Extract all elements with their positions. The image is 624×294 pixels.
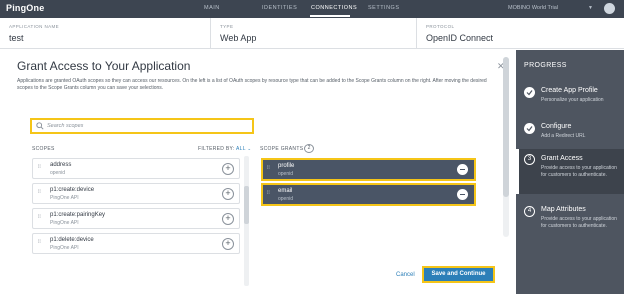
step-name: Configure	[541, 123, 572, 130]
scope-list-scrollbar-thumb[interactable]	[244, 186, 249, 224]
progress-step-configure[interactable]: Configure Add a Redirect URL	[516, 120, 624, 144]
grant-access-panel: Grant Access to Your Application ✕ Appli…	[0, 50, 516, 294]
scope-name: p1:create:pairingKey	[50, 212, 106, 218]
type-value: Web App	[220, 33, 257, 43]
drag-handle-icon[interactable]: ⁞⁞	[38, 190, 42, 198]
search-box[interactable]	[30, 118, 254, 134]
progress-step-map-attributes[interactable]: 4 Map Attributes Provide access to your …	[516, 203, 624, 243]
checkmark-icon	[524, 87, 535, 98]
granted-scope-item[interactable]: ⁞⁞ email openid	[261, 183, 476, 206]
step-description: Provide access to your application for c…	[541, 216, 617, 229]
nav-item-identities[interactable]: IDENTITIES	[262, 5, 297, 11]
scope-resource: PingOne API	[50, 245, 79, 251]
search-icon	[36, 122, 44, 130]
step-number: 4	[524, 206, 535, 217]
remove-scope-button[interactable]	[457, 189, 468, 200]
add-scope-button[interactable]: +	[222, 163, 234, 175]
step-name: Create App Profile	[541, 87, 598, 94]
scope-name: address	[50, 162, 72, 168]
protocol-section: PROTOCOL OpenID Connect	[416, 18, 624, 49]
filter-label: FILTERED BY:	[198, 146, 235, 152]
application-info-bar: APPLICATION NAME test TYPE Web App PROTO…	[0, 18, 624, 49]
nav-item-connections[interactable]: CONNECTIONS	[311, 5, 357, 11]
step-name: Grant Access	[541, 155, 583, 162]
page-description: Applications are granted OAuth scopes so…	[17, 78, 487, 91]
drag-handle-icon[interactable]: ⁞⁞	[38, 165, 42, 173]
add-scope-button[interactable]: +	[222, 238, 234, 250]
list-item[interactable]: ⁞⁞ p1:delete:device PingOne API +	[32, 233, 240, 254]
search-input[interactable]	[47, 121, 247, 131]
list-item[interactable]: ⁞⁞ p1:create:pairingKey PingOne API +	[32, 208, 240, 229]
save-and-continue-button[interactable]: Save and Continue	[422, 266, 495, 283]
chevron-down-icon[interactable]: ▼	[588, 5, 593, 11]
step-description: Personalize your application	[541, 97, 604, 103]
grant-name: profile	[278, 163, 295, 169]
step-name: Map Attributes	[541, 206, 586, 213]
nav-item-settings[interactable]: SETTINGS	[368, 5, 400, 11]
checkmark-icon	[524, 123, 535, 134]
scope-grants-header: SCOPE GRANTS	[260, 146, 304, 152]
drag-handle-icon[interactable]: ⁞⁞	[267, 191, 271, 199]
filter-value[interactable]: ALL	[236, 146, 246, 152]
progress-title: PROGRESS	[524, 62, 567, 69]
protocol-value: OpenID Connect	[426, 33, 494, 43]
list-item[interactable]: ⁞⁞ p1:create:device PingOne API +	[32, 183, 240, 204]
progress-sidebar: PROGRESS Create App Profile Personalize …	[516, 50, 624, 294]
user-menu-label[interactable]: MOBINO World Trial	[508, 5, 558, 11]
scope-list: ⁞⁞ address openid + ⁞⁞ p1:create:device …	[32, 158, 242, 294]
granted-scope-item[interactable]: ⁞⁞ profile openid	[261, 158, 476, 181]
drag-handle-icon[interactable]: ⁞⁞	[267, 166, 271, 174]
nav-item-main[interactable]: MAIN	[204, 5, 220, 11]
chevron-down-icon[interactable]: ⌄	[247, 146, 251, 151]
scope-name: p1:delete:device	[50, 237, 94, 243]
grant-name: email	[278, 188, 293, 194]
drag-handle-icon[interactable]: ⁞⁞	[38, 215, 42, 223]
app-name-label: APPLICATION NAME	[9, 24, 60, 29]
grant-resource: openid	[278, 171, 294, 177]
add-scope-button[interactable]: +	[222, 188, 234, 200]
top-nav-bar: PingOne MAIN IDENTITIES CONNECTIONS SETT…	[0, 0, 624, 18]
list-item[interactable]: ⁞⁞ address openid +	[32, 158, 240, 179]
grant-count-badge: 2	[304, 144, 314, 153]
cancel-button[interactable]: Cancel	[396, 272, 415, 278]
add-scope-button[interactable]: +	[222, 213, 234, 225]
nav-active-indicator	[310, 15, 350, 17]
app-name-section: APPLICATION NAME test	[0, 18, 210, 49]
drag-handle-icon[interactable]: ⁞⁞	[38, 240, 42, 248]
scope-resource: openid	[50, 170, 66, 176]
avatar[interactable]	[604, 3, 615, 14]
type-label: TYPE	[220, 24, 234, 29]
remove-scope-button[interactable]	[457, 164, 468, 175]
scope-name: p1:create:device	[50, 187, 95, 193]
pingone-logo[interactable]: PingOne	[6, 3, 44, 13]
scope-resource: PingOne API	[50, 195, 79, 201]
progress-step-grant-access[interactable]: 3 Grant Access Provide access to your ap…	[516, 149, 624, 194]
panel-scrollbar-thumb[interactable]	[503, 57, 509, 197]
type-section: TYPE Web App	[210, 18, 416, 49]
progress-step-create-app-profile[interactable]: Create App Profile Personalize your appl…	[516, 84, 624, 108]
scopes-header: SCOPES	[32, 146, 55, 152]
filter-dropdown[interactable]: FILTERED BY: ALL ⌄	[198, 146, 251, 152]
grant-resource: openid	[278, 196, 294, 202]
scope-resource: PingOne API	[50, 220, 79, 226]
step-description: Provide access to your application for c…	[541, 165, 617, 178]
page-title: Grant Access to Your Application	[17, 59, 191, 73]
protocol-label: PROTOCOL	[426, 24, 455, 29]
app-name-value: test	[9, 33, 24, 43]
step-description: Add a Redirect URL	[541, 133, 586, 139]
step-number: 3	[524, 154, 535, 165]
